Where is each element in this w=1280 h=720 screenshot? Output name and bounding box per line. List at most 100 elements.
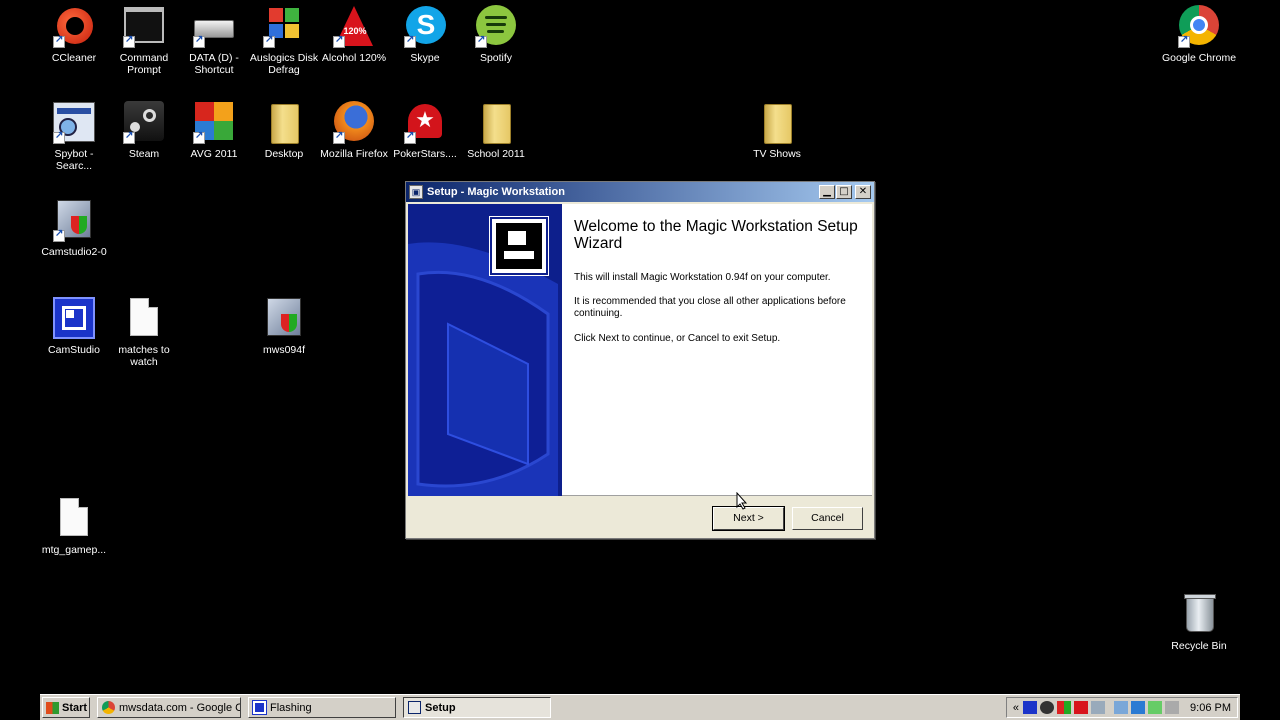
desktop-icon-school-folder[interactable]: School 2011 [458,100,534,160]
desktop-icon-spybot[interactable]: Spybot - Searc... [36,100,112,172]
desktop-icon-desktop-folder[interactable]: Desktop [246,100,322,160]
folder-icon [473,100,519,146]
desktop-icon-matches-to-watch[interactable]: matches to watch [106,296,182,368]
steam-tray-icon[interactable] [1040,701,1055,714]
desktop-icon-label: PokerStars.... [393,148,457,160]
desktop-icon-label: Google Chrome [1161,52,1237,64]
desktop-icon-label: mtg_gamep... [41,544,107,556]
desktop-icon-label: Spotify [479,52,513,64]
desktop-icon-label: Alcohol 120% [321,52,387,64]
chrome-icon [102,701,115,714]
setup-icon: ▣ [409,185,423,199]
safely-remove-tray-icon[interactable] [1148,701,1163,714]
taskbar: Start mwsdata.com - Google C... Flashing… [40,694,1240,720]
desktop-icon-camstudio2[interactable]: Camstudio2-0 [36,198,112,258]
security-tray-icon[interactable] [1057,701,1072,714]
desktop-icon-skype[interactable]: S Skype [387,4,463,64]
desktop-icon-mws094f[interactable]: mws094f [246,296,322,356]
recommendation-text: It is recommended that you close all oth… [574,296,846,319]
command-prompt-icon [121,4,167,50]
windows-logo-icon [46,701,59,714]
desktop-icon-command-prompt[interactable]: Command Prompt [106,4,182,76]
taskbar-item-label: Flashing [270,701,312,714]
desktop-icon-camstudio[interactable]: CamStudio [36,296,112,356]
desktop-icon-alcohol[interactable]: 120% Alcohol 120% [316,4,392,64]
desktop-icon-label: DATA (D) - Shortcut [189,52,239,76]
desktop-icon-label: Camstudio2-0 [41,246,107,258]
desktop-icon-label: Skype [410,52,440,64]
setup-window[interactable]: ▣ Setup - Magic Workstation ▁ □ ✕ Welcom… [405,181,875,539]
desktop-icon-steam[interactable]: Steam [106,100,182,160]
wizard-banner [408,204,562,496]
firefox-icon [331,100,377,146]
recycle-bin-icon [1176,592,1222,638]
volume-icon[interactable] [1165,701,1180,714]
minimize-button[interactable]: ▁ [819,185,835,199]
avg-tray-icon[interactable] [1131,701,1146,714]
camstudio-icon [252,700,267,715]
close-button[interactable]: ✕ [855,185,871,199]
network-tray-icon[interactable] [1091,701,1106,714]
desktop-icon-avg[interactable]: AVG 2011 [176,100,252,160]
ccleaner-icon [51,4,97,50]
desktop-icon-spotify[interactable]: Spotify [458,4,534,64]
desktop-icon-firefox[interactable]: Mozilla Firefox [316,100,392,160]
system-tray: « 9:06 PM [1005,697,1238,718]
folder-icon [261,100,307,146]
desktop-icon-data-drive[interactable]: DATA (D) - Shortcut [176,4,252,76]
monitor-tray-icon[interactable] [1114,701,1129,714]
file-icon [51,496,97,542]
taskbar-item-chrome[interactable]: mwsdata.com - Google C... [97,697,241,718]
avg-icon [191,100,237,146]
title-bar[interactable]: ▣ Setup - Magic Workstation ▁ □ ✕ [406,182,874,202]
desktop-icon-label: Steam [128,148,160,160]
pokerstars-icon: ★ [402,100,448,146]
maximize-button[interactable]: □ [836,185,852,199]
desktop-icon-label: CCleaner [51,52,97,64]
spybot-icon [51,100,97,146]
desktop-icon-label: School 2011 [467,148,525,160]
instruction-text: Click Next to continue, or Cancel to exi… [574,333,781,344]
wizard-button-bar: Next > Cancel [406,498,874,538]
taskbar-item-label: mwsdata.com - Google C... [119,701,241,714]
folder-icon [754,100,800,146]
desktop-icon-recycle-bin[interactable]: Recycle Bin [1161,592,1237,652]
desktop-icon-label: CamStudio [48,344,100,356]
next-button[interactable]: Next > [712,506,785,531]
desktop-icon-label: AVG 2011 [190,148,238,160]
alcohol-tray-icon[interactable] [1074,701,1089,714]
desktop-icon-label: Mozilla Firefox [320,148,388,160]
chrome-icon [1176,4,1222,50]
cancel-button[interactable]: Cancel [792,507,863,530]
desktop-icon-label: Auslogics Disk Defrag [249,52,319,76]
setup-icon [408,701,421,714]
camstudio-icon [51,296,97,342]
desktop-icon-pokerstars[interactable]: ★ PokerStars.... [387,100,463,160]
taskbar-item-label: Setup [425,701,456,714]
installer-icon [51,198,97,244]
desktop-icon-chrome[interactable]: Google Chrome [1161,4,1237,64]
drive-icon [191,4,237,50]
desktop-icon-auslogics[interactable]: Auslogics Disk Defrag [246,4,322,76]
steam-icon [121,100,167,146]
spotify-icon [473,4,519,50]
clock[interactable]: 9:06 PM [1190,702,1231,714]
mouse-cursor [736,492,748,510]
wizard-heading: Welcome to the Magic Workstation Setup W… [574,218,858,252]
wizard-content: Welcome to the Magic Workstation Setup W… [408,204,872,496]
desktop-icon-label: Recycle Bin [1171,640,1227,652]
install-info-text: This will install Magic Workstation 0.94… [574,272,831,283]
camstudio-tray-icon[interactable] [1023,701,1038,714]
installer-icon [261,296,307,342]
desktop-icon-tv-shows-folder[interactable]: TV Shows [739,100,815,160]
start-button[interactable]: Start [42,697,90,718]
desktop-icon-mtg-gamep[interactable]: mtg_gamep... [36,496,112,556]
desktop-icon-label: Desktop [264,148,304,160]
taskbar-item-flashing[interactable]: Flashing [248,697,396,718]
taskbar-item-setup[interactable]: Setup [403,697,551,718]
desktop-icon-ccleaner[interactable]: CCleaner [36,4,112,64]
desktop-icon-label: matches to watch [118,344,170,368]
setup-logo [489,216,549,276]
tray-expand-button[interactable]: « [1013,702,1019,714]
desktop-icon-label: Spybot - Searc... [54,148,94,172]
